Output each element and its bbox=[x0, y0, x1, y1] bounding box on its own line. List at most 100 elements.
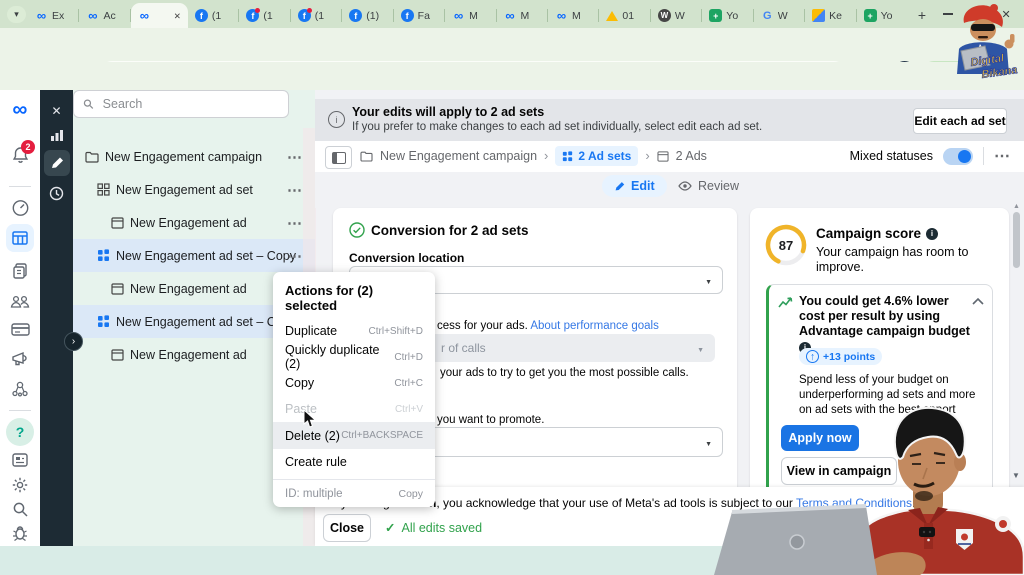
meta-favicon bbox=[504, 9, 517, 22]
expand-panel-arrow-icon[interactable]: › bbox=[64, 332, 83, 351]
audiences-people-icon[interactable] bbox=[0, 294, 40, 310]
settings-gear-icon[interactable] bbox=[0, 476, 40, 494]
tab-review[interactable]: Review bbox=[670, 175, 747, 197]
browser-tab[interactable]: Ke bbox=[805, 3, 858, 28]
about-performance-goals-link[interactable]: About performance goals bbox=[530, 320, 659, 332]
tab-label: (1 bbox=[263, 9, 273, 22]
wordpress-favicon bbox=[657, 9, 671, 22]
breadcrumb-ads[interactable]: 2 Ads bbox=[676, 149, 707, 163]
row-options-icon[interactable] bbox=[287, 247, 303, 265]
score-subtitle: Your campaign has room to improve. bbox=[816, 245, 969, 274]
menu-item-create-rule[interactable]: Create rule bbox=[273, 449, 435, 475]
billing-card-icon[interactable] bbox=[0, 322, 40, 337]
chevron-up-icon[interactable] bbox=[972, 297, 984, 305]
google-drive-favicon bbox=[606, 10, 619, 21]
edit-each-ad-set-button[interactable]: Edit each ad set bbox=[913, 108, 1007, 134]
campaigns-table-icon-active[interactable] bbox=[6, 224, 34, 252]
menu-shortcut: Ctrl+D bbox=[394, 351, 423, 363]
scrollbar-thumb[interactable] bbox=[1013, 212, 1020, 268]
edit-pencil-icon-active[interactable] bbox=[44, 150, 70, 176]
menu-id-row[interactable]: ID: multiple Copy bbox=[273, 479, 435, 507]
eye-icon bbox=[678, 181, 692, 191]
more-options-icon[interactable] bbox=[994, 146, 1010, 166]
browser-tab[interactable]: 01 bbox=[599, 3, 652, 28]
menu-item-quickly-duplicate[interactable]: Quickly duplicate (2) Ctrl+D bbox=[273, 343, 435, 371]
meta-favicon bbox=[555, 9, 568, 22]
breadcrumb-adsets-label: 2 Ad sets bbox=[578, 149, 632, 163]
breadcrumb-adsets-active[interactable]: 2 Ad sets bbox=[555, 146, 639, 166]
tab-label: Ke bbox=[829, 9, 843, 22]
info-icon[interactable] bbox=[926, 227, 939, 240]
browser-tab[interactable]: Yo bbox=[857, 3, 908, 28]
breadcrumb: New Engagement campaign 2 Ad sets 2 Ads bbox=[360, 146, 707, 166]
pencil-icon bbox=[615, 181, 625, 190]
saved-label: All edits saved bbox=[401, 520, 483, 535]
menu-shortcut: Ctrl+BACKSPACE bbox=[341, 430, 423, 441]
browser-tab[interactable]: (1 bbox=[188, 3, 240, 28]
scroll-up-icon[interactable]: ▲ bbox=[1013, 203, 1020, 210]
menu-item-label: Copy bbox=[285, 376, 315, 390]
browser-tab[interactable]: M bbox=[445, 3, 497, 28]
tab-label: (1) bbox=[366, 9, 380, 22]
google-ads-favicon bbox=[812, 9, 826, 22]
score-title-row: Campaign score bbox=[816, 226, 939, 241]
menu-item-duplicate[interactable]: Duplicate Ctrl+Shift+D bbox=[273, 318, 435, 344]
close-x-icon[interactable]: ✕ bbox=[40, 104, 73, 118]
browser-tab[interactable]: W bbox=[754, 3, 806, 28]
tree-search-input[interactable] bbox=[100, 96, 279, 112]
charts-bars-icon[interactable] bbox=[40, 128, 73, 142]
browser-tab[interactable]: (1 bbox=[239, 3, 292, 28]
tab-label: Yo bbox=[880, 9, 893, 22]
sticker-turban-knot bbox=[990, 4, 998, 12]
menu-item-copy[interactable]: Copy Ctrl+C bbox=[273, 370, 435, 396]
tree-row-campaign[interactable]: New Engagement campaign bbox=[73, 140, 315, 173]
browser-tab[interactable]: Ac bbox=[79, 3, 132, 28]
help-question-icon[interactable]: ? bbox=[6, 418, 34, 446]
patch-detail bbox=[999, 520, 1007, 528]
menu-item-delete-hovered[interactable]: Delete (2) Ctrl+BACKSPACE bbox=[273, 422, 435, 449]
breadcrumb-campaign[interactable]: New Engagement campaign bbox=[380, 149, 537, 163]
browser-tab[interactable]: M bbox=[497, 3, 549, 28]
advertise-megaphone-icon[interactable] bbox=[0, 350, 40, 367]
menu-item-label: Quickly duplicate (2) bbox=[285, 343, 380, 371]
menu-item-label: Create rule bbox=[285, 455, 347, 469]
close-button[interactable]: Close bbox=[323, 514, 371, 542]
banner-subtitle: If you prefer to make changes to each ad… bbox=[352, 121, 763, 133]
browser-tab[interactable]: M bbox=[548, 3, 600, 28]
new-tab-button[interactable]: + bbox=[912, 5, 932, 25]
row-options-icon[interactable] bbox=[287, 214, 303, 232]
tab-edit-active[interactable]: Edit bbox=[602, 175, 667, 197]
tree-row-adset[interactable]: New Engagement ad set bbox=[73, 173, 315, 206]
browser-tab[interactable]: (1) bbox=[342, 3, 395, 28]
adset-grid-blue-icon bbox=[97, 249, 110, 262]
tree-row-adset-copy-selected[interactable]: New Engagement ad set – Copy bbox=[73, 239, 315, 272]
report-bug-icon[interactable] bbox=[0, 524, 40, 542]
news-doc-icon[interactable] bbox=[0, 452, 40, 468]
conversion-location-label: Conversion location bbox=[349, 251, 465, 265]
browser-tab[interactable]: Fa bbox=[394, 3, 446, 28]
browser-tab[interactable]: Yo bbox=[702, 3, 755, 28]
menu-id-copy[interactable]: Copy bbox=[398, 488, 423, 500]
tree-search[interactable] bbox=[73, 90, 289, 118]
pages-docs-icon[interactable] bbox=[0, 262, 40, 280]
statuses-toggle-on[interactable] bbox=[943, 147, 973, 165]
meta-logo-icon[interactable]: ∞ bbox=[0, 98, 40, 122]
row-options-icon[interactable] bbox=[287, 148, 303, 166]
tab-search-chevron-icon[interactable]: ▾ bbox=[7, 6, 26, 23]
meta-favicon bbox=[86, 9, 99, 22]
browser-tab[interactable]: Ex bbox=[28, 3, 80, 28]
row-options-icon[interactable] bbox=[287, 181, 303, 199]
browser-tab[interactable]: W bbox=[651, 3, 703, 28]
collapse-panel-button[interactable] bbox=[325, 146, 352, 169]
assets-org-icon[interactable] bbox=[0, 380, 40, 398]
browser-tab-active[interactable] bbox=[130, 3, 188, 28]
tree-row-ad[interactable]: New Engagement ad bbox=[73, 206, 315, 239]
caret-down-icon bbox=[705, 271, 712, 289]
account-overview-gauge-icon[interactable] bbox=[0, 198, 40, 217]
tab-close-icon[interactable] bbox=[174, 10, 181, 22]
history-clock-icon[interactable] bbox=[40, 186, 73, 201]
panel-icon bbox=[331, 151, 346, 164]
tab-label: Yo bbox=[726, 9, 739, 22]
search-magnifier-icon[interactable] bbox=[0, 501, 40, 518]
browser-tab[interactable]: (1 bbox=[291, 3, 343, 28]
